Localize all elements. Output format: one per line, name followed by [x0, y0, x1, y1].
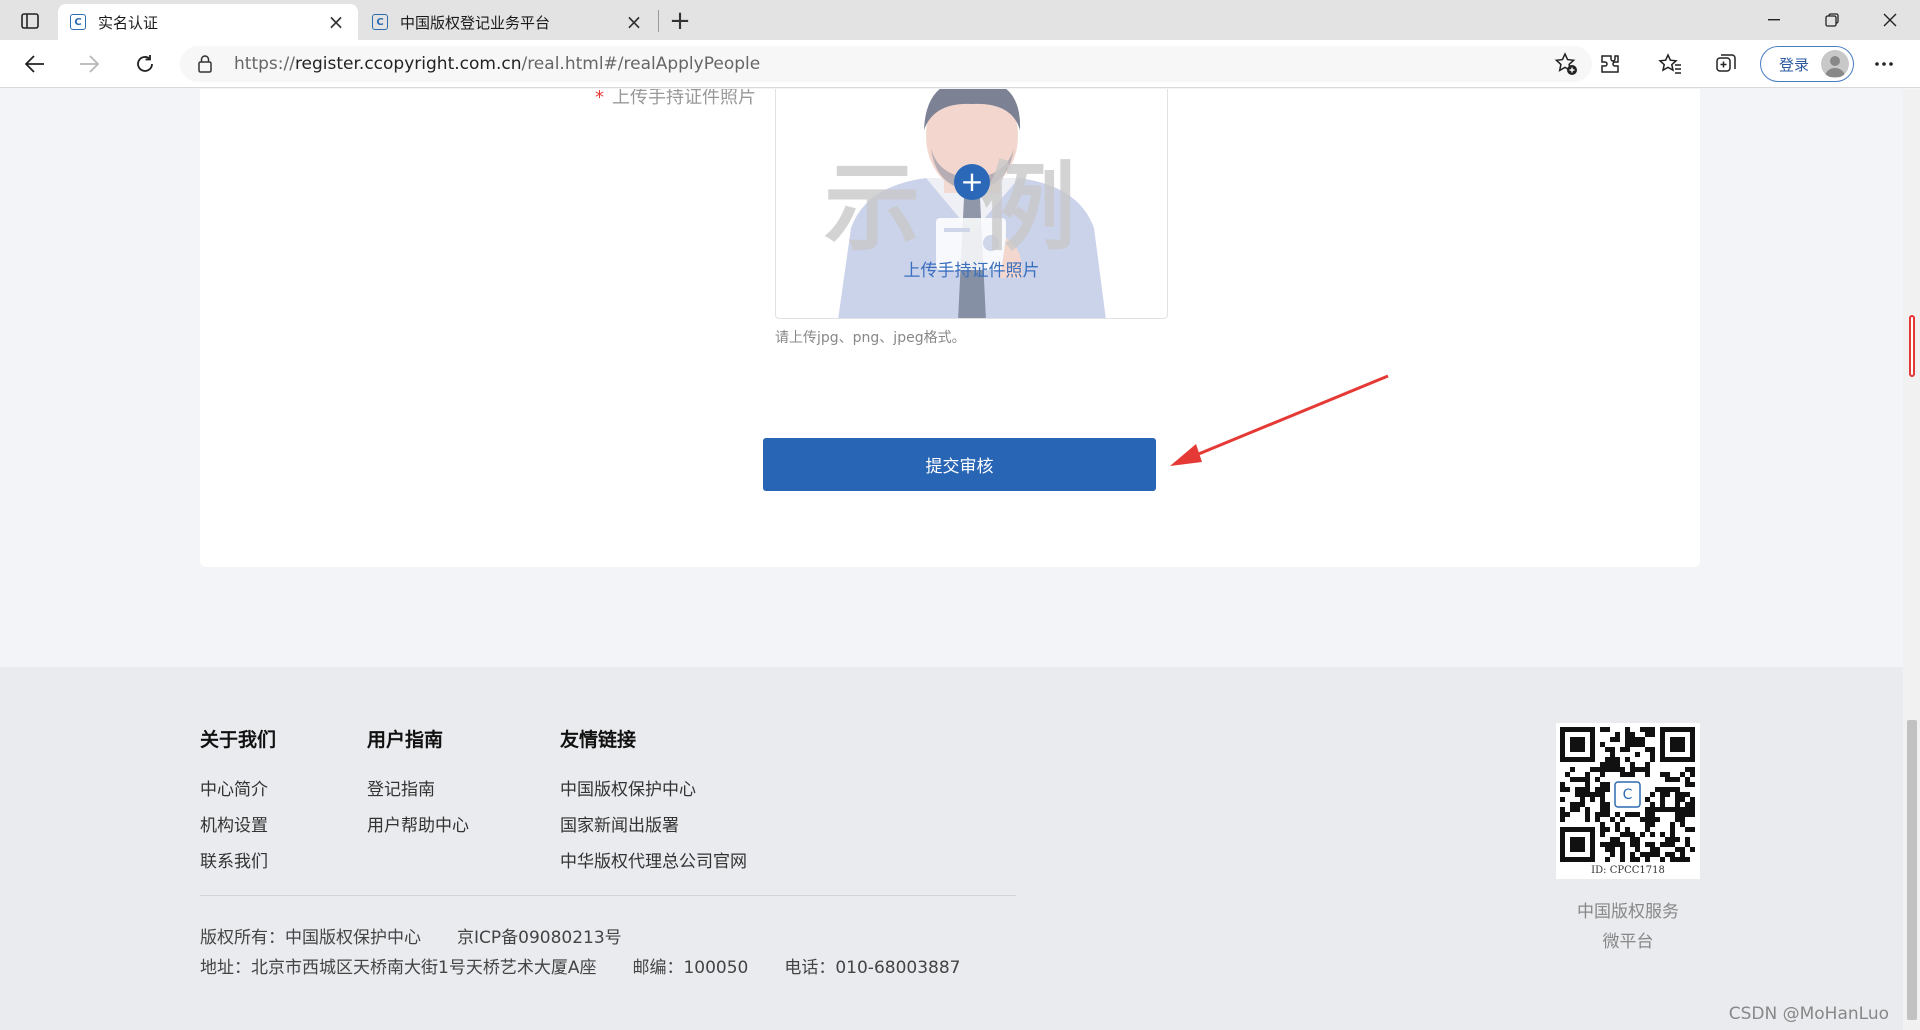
favorites-icon[interactable] [1654, 49, 1686, 79]
tab-actions-icon[interactable] [12, 6, 48, 36]
qr-caption-line: 中国版权服务 [1577, 902, 1679, 922]
footer-column-links: 友情链接 中国版权保护中心 国家新闻出版署 中华版权代理总公司官网 [560, 725, 747, 880]
collections-icon[interactable] [1710, 49, 1742, 79]
scrollbar-highlight [1909, 315, 1915, 377]
footer-column-title: 友情链接 [560, 729, 637, 751]
footer-link[interactable]: 登记指南 [367, 772, 469, 808]
copyright-text: 版权所有：中国版权保护中心 [200, 928, 421, 948]
upload-caption: 上传手持证件照片 [903, 261, 1040, 281]
form-card: * 上传手持证件照片 示 例 + 上传手持证件照片 请上传jpg、png、jpeg… [200, 89, 1700, 567]
url-text: https://register.ccopyright.com.cn/real.… [234, 54, 761, 74]
site-footer: 关于我们 中心简介 机构设置 联系我们 用户指南 登记指南 用户帮助中心 友情链… [0, 667, 1903, 1030]
annotation-arrow [1170, 374, 1389, 466]
tab-title: 实名认证 [98, 13, 159, 32]
scrollbar-thumb[interactable] [1907, 720, 1917, 1020]
footer-copyright-row: 版权所有：中国版权保护中心 京ICP备09080213号 [200, 923, 658, 948]
extensions-icon[interactable] [1594, 49, 1626, 79]
tab-copyright-platform[interactable]: C 中国版权登记业务平台 × [360, 4, 656, 40]
tab-title: 中国版权登记业务平台 [400, 13, 551, 32]
close-tab-icon[interactable]: × [326, 10, 346, 34]
footer-link[interactable]: 国家新闻出版署 [560, 808, 747, 844]
address-bar[interactable]: https://register.ccopyright.com.cn/real.… [180, 46, 1592, 82]
address-text: 地址：北京市西城区天桥南大街1号天桥艺术大厦A座 [200, 958, 597, 978]
browser-toolbar: https://register.ccopyright.com.cn/real.… [0, 40, 1920, 88]
qr-id-text: ID: CPCC1718 [1591, 865, 1665, 876]
svg-text:C: C [1623, 787, 1633, 803]
tab-real-name-auth[interactable]: C 实名认证 × [58, 4, 358, 40]
site-favicon-icon: C [372, 14, 388, 30]
close-tab-icon[interactable]: × [624, 10, 644, 34]
lock-icon[interactable] [198, 55, 220, 73]
login-button[interactable]: 登录 [1760, 46, 1854, 82]
restore-button[interactable] [1804, 0, 1860, 40]
refresh-button[interactable] [128, 48, 162, 80]
sample-watermark-left: 示 [824, 152, 920, 264]
footer-column-guide: 用户指南 登记指南 用户帮助中心 [367, 725, 469, 844]
field-label-text: 上传手持证件照片 [612, 89, 756, 108]
page-content: * 上传手持证件照片 示 例 + 上传手持证件照片 请上传jpg、png、jpeg… [0, 89, 1903, 1030]
id-photo-upload[interactable]: 示 例 + 上传手持证件照片 [775, 89, 1168, 319]
sample-watermark-right: 例 [980, 152, 1076, 264]
qr-code-graphic: C [1560, 727, 1695, 862]
back-button[interactable] [18, 48, 52, 80]
footer-contact-row: 地址：北京市西城区天桥南大街1号天桥艺术大厦A座 邮编：100050 电话：010-… [200, 953, 996, 978]
footer-column-title: 用户指南 [367, 729, 444, 751]
qr-caption-line: 微平台 [1602, 932, 1654, 952]
forward-button[interactable] [72, 48, 106, 80]
required-mark: * [595, 89, 604, 108]
footer-link[interactable]: 用户帮助中心 [367, 808, 469, 844]
close-window-button[interactable] [1862, 0, 1918, 40]
footer-column-about: 关于我们 中心简介 机构设置 联系我们 [200, 725, 276, 880]
footer-link[interactable]: 中国版权保护中心 [560, 772, 747, 808]
more-menu-icon[interactable] [1868, 49, 1900, 79]
add-favorite-icon[interactable] [1554, 52, 1578, 80]
avatar [1821, 50, 1849, 78]
qr-caption: 中国版权服务 微平台 [1556, 897, 1700, 957]
field-label-id-photo: * 上传手持证件照片 [595, 89, 756, 109]
tab-separator [658, 10, 659, 32]
footer-divider [200, 895, 1016, 896]
wechat-qr-code: C ID: CPCC1718 [1556, 723, 1700, 879]
tab-strip: C 实名认证 × C 中国版权登记业务平台 × + [0, 0, 1920, 40]
phone-text: 电话：010-68003887 [784, 958, 961, 978]
footer-link[interactable]: 联系我们 [200, 844, 276, 880]
csdn-watermark: CSDN @MoHanLuo [1728, 1004, 1889, 1024]
login-label: 登录 [1779, 55, 1810, 74]
site-favicon-icon: C [70, 14, 86, 30]
submit-review-button[interactable]: 提交审核 [763, 438, 1156, 491]
upload-plus-icon[interactable]: + [954, 164, 990, 200]
footer-link[interactable]: 中心简介 [200, 772, 276, 808]
footer-link[interactable]: 中华版权代理总公司官网 [560, 844, 747, 880]
new-tab-button[interactable]: + [664, 6, 696, 36]
footer-column-title: 关于我们 [200, 729, 277, 751]
minimize-button[interactable] [1746, 0, 1802, 40]
icp-text[interactable]: 京ICP备09080213号 [457, 928, 622, 948]
upload-format-hint: 请上传jpg、png、jpeg格式。 [775, 330, 966, 346]
footer-link[interactable]: 机构设置 [200, 808, 276, 844]
postcode-text: 邮编：100050 [632, 958, 749, 978]
